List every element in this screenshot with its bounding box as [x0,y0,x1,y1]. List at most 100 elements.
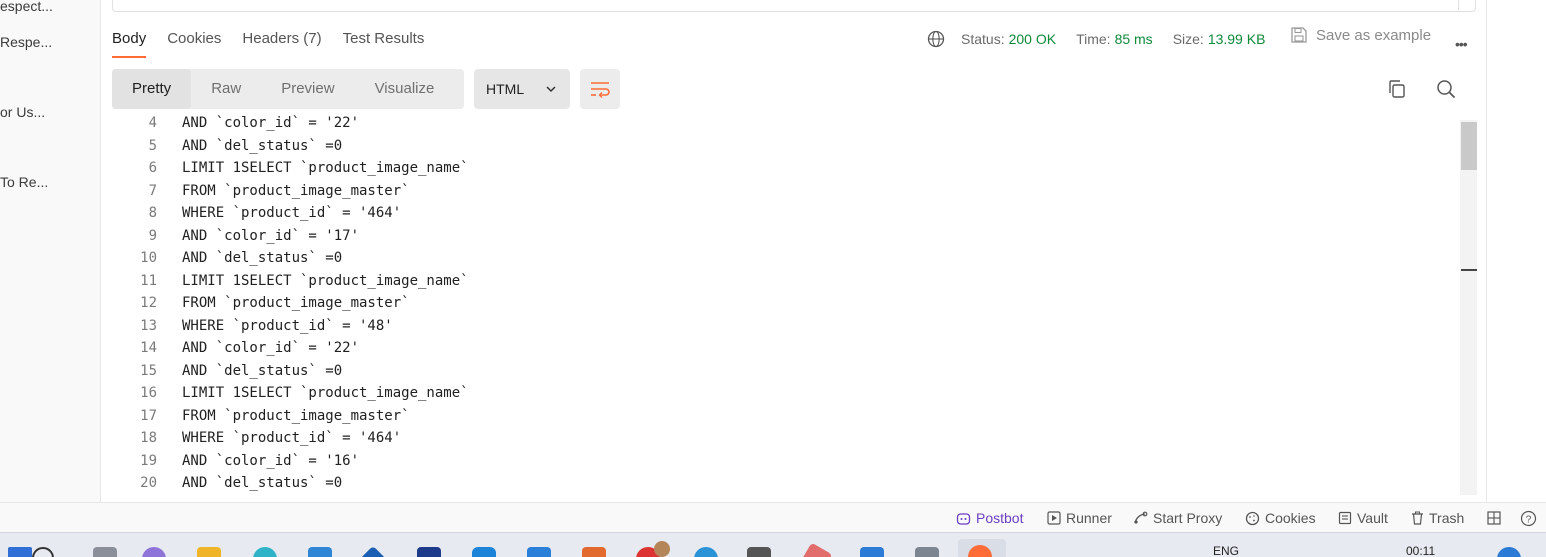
more-options-icon[interactable]: ••• [1455,36,1468,52]
size-value[interactable]: 13.99 KB [1208,31,1266,47]
view-visualize-button[interactable]: Visualize [355,69,455,109]
response-meta: Status: 200 OK Time: 85 ms Size: 13.99 K… [961,28,1285,50]
trash-label: Trash [1429,510,1465,526]
save-as-example-button[interactable]: Save as example [1290,26,1431,44]
tab-headers[interactable]: Headers (7) [242,28,321,58]
code-text: LIMIT 1SELECT `product_image_name` [182,160,469,176]
scrollbar-thumb[interactable] [1461,122,1477,170]
chevron-down-icon [546,86,556,93]
two-pane-layout-icon[interactable] [1487,511,1501,525]
postbot-button[interactable]: Postbot [956,510,1023,526]
code-text: LIMIT 1SELECT `product_image_name` [182,272,469,289]
trash-icon [1412,511,1423,525]
code-text: AND `color_id` = '17' [182,227,360,244]
globe-icon[interactable] [927,30,945,48]
vault-button[interactable]: Vault [1338,510,1388,526]
status-footer: Postbot Runner Start Proxy Cookies Vault… [0,502,1546,532]
runner-icon [1047,511,1061,525]
code-line: 4 AND `color_id` = '22' [112,115,1460,137]
app-icon[interactable] [915,547,939,557]
app-icon[interactable] [799,542,833,557]
app-icon[interactable] [527,547,551,557]
code-line: 12 FROM `product_image_master` [112,295,1460,317]
status-value[interactable]: 200 OK [1009,31,1056,47]
vault-icon [1338,511,1352,525]
code-text: LIMIT 1SELECT `product_image_name` [182,385,469,401]
copilot-icon[interactable] [142,547,166,557]
app-icon[interactable] [472,547,496,557]
language-select[interactable]: HTML [474,69,570,109]
clock[interactable]: 00:11 [1406,544,1435,557]
app-icon[interactable] [417,547,441,557]
code-line: 15 AND `del_status` =0 [112,363,1460,385]
store-icon[interactable] [308,547,332,557]
view-preview-button[interactable]: Preview [261,69,354,109]
start-icon[interactable] [8,547,32,557]
code-text: AND `color_id` = '16' [182,452,360,469]
app-icon[interactable] [694,547,718,557]
sidebar-item[interactable]: To Re... [0,174,48,190]
code-line: 19 AND `color_id` = '16' [112,453,1460,475]
start-proxy-button[interactable]: Start Proxy [1133,510,1222,526]
tab-label: Body [112,30,147,47]
cookies-button[interactable]: Cookies [1245,510,1316,526]
svg-text:?: ? [1526,515,1532,526]
code-line: 8 WHERE `product_id` = '464' [112,205,1460,227]
scrollbar-track[interactable] [1460,120,1477,495]
code-line: 13 WHERE `product_id` = '48' [112,318,1460,340]
help-icon[interactable]: ? [1520,510,1537,527]
line-number: 6 [148,160,157,176]
view-raw-button[interactable]: Raw [191,69,261,109]
code-text: AND `del_status` =0 [182,250,343,266]
sidebar-item[interactable]: or Us... [0,104,45,120]
app-icon[interactable] [582,547,606,557]
code-text: AND `color_id` = '22' [182,115,360,131]
trash-button[interactable]: Trash [1411,510,1464,526]
line-number: 20 [140,475,157,491]
proxy-icon [1134,511,1148,524]
code-line: 14 AND `color_id` = '22' [112,340,1460,362]
code-line: 18 WHERE `product_id` = '464' [112,430,1460,452]
sidebar-item[interactable]: espect... [0,0,53,14]
cookies-label: Cookies [1265,510,1316,526]
code-text: AND `del_status` =0 [182,137,343,154]
postman-window: espect... Respe... or Us... To Re... Bod… [0,0,1546,557]
line-number: 9 [148,227,157,244]
line-number: 10 [140,250,157,266]
tab-body[interactable]: Body [112,28,147,58]
sidebar-item[interactable]: Respe... [0,34,52,50]
edge-icon[interactable] [253,547,277,557]
file-explorer-icon[interactable] [197,547,221,557]
input-language[interactable]: ENG [1213,544,1239,557]
response-body-editor[interactable]: 4 AND `color_id` = '22' 5 AND `del_status` … [112,115,1460,495]
search-icon[interactable] [32,547,54,557]
view-pretty-button[interactable]: Pretty [112,69,192,109]
status-label: Status: [961,31,1005,47]
runner-label: Runner [1066,510,1112,526]
start-proxy-label: Start Proxy [1153,510,1223,526]
line-number: 17 [140,407,157,424]
code-line: 7 FROM `product_image_master` [112,183,1460,205]
code-text: FROM `product_image_master` [182,407,410,424]
request-body-editor-edge[interactable] [112,0,1476,12]
postbot-label: Postbot [976,510,1024,526]
runner-button[interactable]: Runner [1047,510,1112,526]
terminal-icon[interactable] [747,547,771,557]
wrap-lines-icon [591,82,610,98]
search-icon[interactable] [1435,78,1457,100]
onedrive-icon[interactable] [1497,547,1521,557]
code-line: 5 AND `del_status` =0 [112,138,1460,160]
task-view-icon[interactable] [93,547,117,557]
code-line: 10 AND `del_status` =0 [112,250,1460,272]
vscode-icon[interactable] [860,547,884,557]
copy-icon[interactable] [1386,78,1408,100]
word-wrap-button[interactable] [580,69,620,109]
line-number: 18 [140,430,157,446]
app-icon[interactable] [358,545,388,557]
tab-cookies[interactable]: Cookies [167,28,221,58]
tab-test-results[interactable]: Test Results [343,28,425,58]
line-number: 4 [148,115,157,131]
response-tabs: Body Cookies Headers (7) Test Results [112,28,445,58]
line-number: 19 [140,452,157,469]
time-value[interactable]: 85 ms [1115,31,1153,47]
